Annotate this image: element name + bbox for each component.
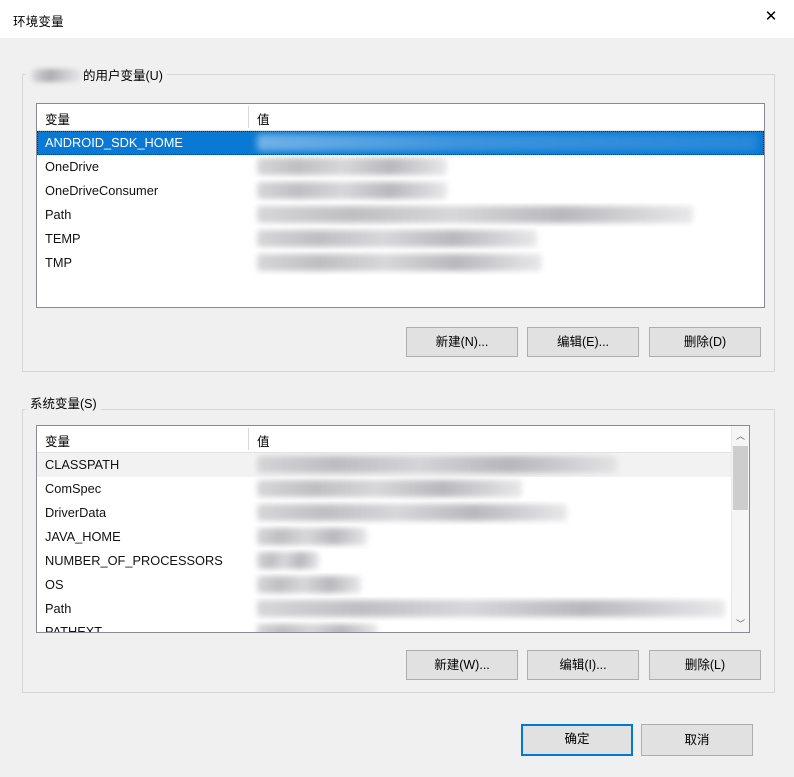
variable-name: PATHEXT <box>45 624 103 633</box>
redacted-value <box>257 600 725 617</box>
table-row[interactable]: DriverData <box>37 501 749 525</box>
redacted-value <box>257 528 367 545</box>
system-list-scrollbar[interactable]: ︿ ﹀ <box>731 426 749 632</box>
table-row[interactable]: CLASSPATH <box>37 453 749 477</box>
variable-name: OS <box>45 577 64 592</box>
user-variables-list[interactable]: 变量 值 ANDROID_SDK_HOME OneDrive OneDriveCon… <box>36 103 765 308</box>
redacted-username <box>30 68 82 82</box>
variable-name: OneDriveConsumer <box>45 183 159 198</box>
variable-name: ANDROID_SDK_HOME <box>45 135 183 150</box>
user-list-header: 变量 值 <box>37 104 764 131</box>
scroll-up-icon[interactable]: ︿ <box>732 426 749 444</box>
user-list-rows: ANDROID_SDK_HOME OneDrive OneDriveConsumer… <box>37 131 764 275</box>
table-row[interactable]: JAVA_HOME <box>37 525 749 549</box>
system-variables-list[interactable]: 变量 值 CLASSPATH ComSpec DriverData JAVA_HOME… <box>36 425 750 633</box>
variable-name: NUMBER_OF_PROCESSORS <box>45 553 223 568</box>
table-row[interactable]: Path <box>37 597 749 621</box>
variable-name: TEMP <box>45 231 81 246</box>
title-bar: 环境变量 ✕ <box>0 0 794 38</box>
redacted-value <box>257 158 447 175</box>
table-row[interactable]: NUMBER_OF_PROCESSORS <box>37 549 749 573</box>
redacted-value <box>257 230 537 247</box>
redacted-value <box>257 624 377 632</box>
system-variables-group-label: 系统变量(S) <box>26 394 101 411</box>
redacted-value <box>257 480 522 497</box>
table-row[interactable]: TEMP <box>37 227 764 251</box>
redacted-value <box>257 576 361 593</box>
variable-name: CLASSPATH <box>45 457 120 472</box>
redacted-value <box>257 504 567 521</box>
variable-name: Path <box>45 601 72 616</box>
table-row[interactable]: TMP <box>37 251 764 275</box>
redacted-value <box>257 206 693 223</box>
system-new-button[interactable]: 新建(W)... <box>406 650 518 680</box>
redacted-value <box>257 456 617 473</box>
user-edit-button[interactable]: 编辑(E)... <box>527 327 639 357</box>
table-row[interactable]: ANDROID_SDK_HOME <box>37 131 764 155</box>
redacted-value <box>257 254 542 271</box>
redacted-value <box>257 134 757 151</box>
user-column-divider[interactable] <box>248 106 249 128</box>
system-edit-button[interactable]: 编辑(I)... <box>527 650 639 680</box>
user-column-header-variable[interactable]: 变量 <box>45 109 70 128</box>
redacted-value <box>257 182 447 199</box>
close-icon: ✕ <box>764 6 778 25</box>
user-delete-button[interactable]: 删除(D) <box>649 327 761 357</box>
cancel-button[interactable]: 取消 <box>641 724 753 756</box>
user-column-header-value[interactable]: 值 <box>257 109 270 128</box>
scroll-down-icon[interactable]: ﹀ <box>732 614 749 632</box>
user-variables-group-label-text: 的用户变量(U) <box>83 68 163 83</box>
variable-name: ComSpec <box>45 481 102 496</box>
redacted-value <box>257 552 319 569</box>
table-row[interactable]: OneDriveConsumer <box>37 179 764 203</box>
window-title: 环境变量 <box>13 15 64 29</box>
variable-name: JAVA_HOME <box>45 529 121 544</box>
user-variables-group-label: 的用户变量(U) <box>26 66 167 83</box>
user-new-button[interactable]: 新建(N)... <box>406 327 518 357</box>
table-row[interactable]: OneDrive <box>37 155 764 179</box>
table-row[interactable]: ComSpec <box>37 477 749 501</box>
table-row[interactable]: PATHEXT <box>37 621 749 633</box>
variable-name: Path <box>45 207 72 222</box>
system-delete-button[interactable]: 删除(L) <box>649 650 761 680</box>
close-button[interactable]: ✕ <box>748 0 794 32</box>
system-list-header: 变量 值 <box>37 426 749 453</box>
scrollbar-thumb[interactable] <box>733 446 748 510</box>
variable-name: OneDrive <box>45 159 100 174</box>
table-row[interactable]: Path <box>37 203 764 227</box>
system-list-rows: CLASSPATH ComSpec DriverData JAVA_HOME NUMBE… <box>37 453 749 633</box>
table-row[interactable]: OS <box>37 573 749 597</box>
system-column-divider[interactable] <box>248 428 249 450</box>
variable-name: DriverData <box>45 505 107 520</box>
system-column-header-variable[interactable]: 变量 <box>45 431 70 450</box>
variable-name: TMP <box>45 255 73 270</box>
system-column-header-value[interactable]: 值 <box>257 431 270 450</box>
ok-button[interactable]: 确定 <box>521 724 633 756</box>
